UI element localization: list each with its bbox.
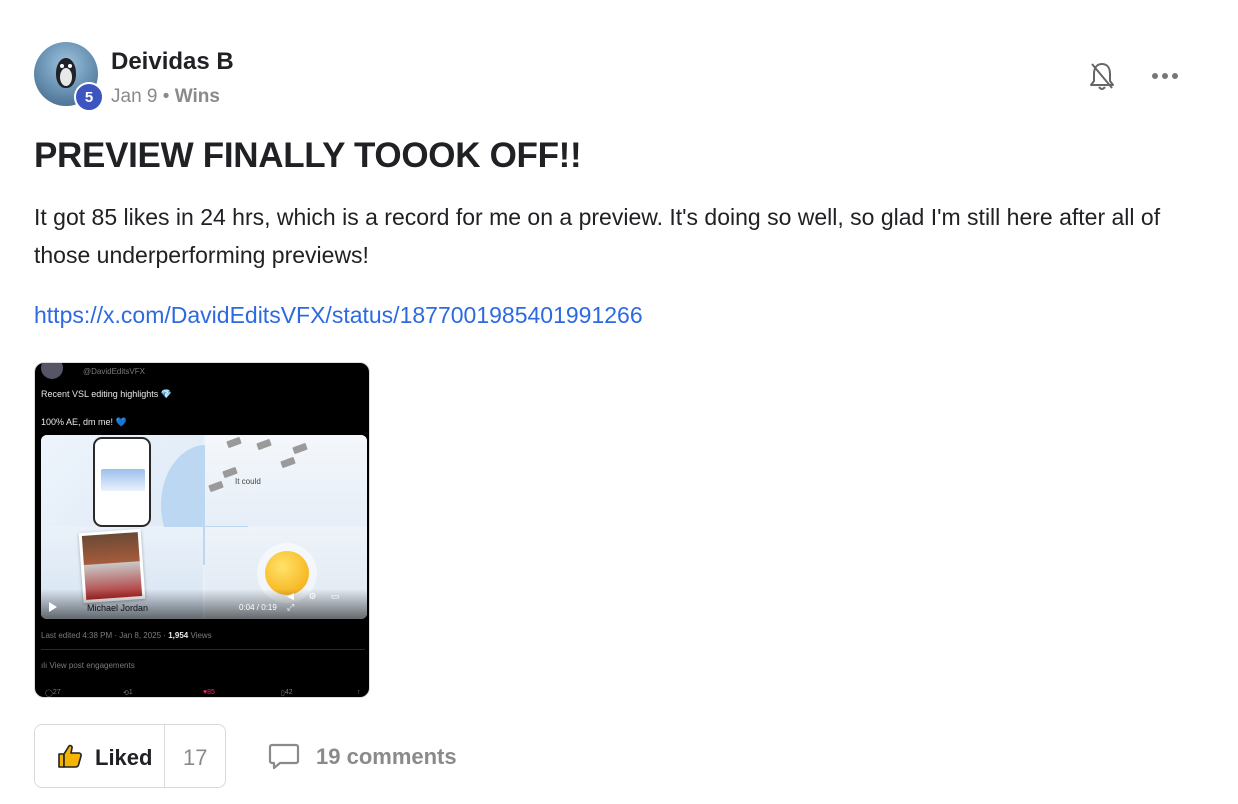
post-body: It got 85 likes in 24 hrs, which is a re…: [34, 204, 1161, 268]
bell-off-icon[interactable]: [1088, 60, 1116, 92]
attachment-image[interactable]: @DavidEditsVFX Recent VSL editing highli…: [34, 362, 370, 698]
like-count-embedded: ♥ 85: [203, 689, 215, 696]
embedded-divider: [41, 649, 365, 650]
avatar[interactable]: 5: [34, 42, 104, 112]
video-time: 0:04 / 0:19: [239, 603, 277, 612]
video-label: Michael Jordan: [87, 603, 149, 613]
share-icon: ↑: [357, 689, 361, 696]
video-control-icons: ◀ ⚙ ▭ ⤢: [287, 591, 346, 612]
comment-icon: [268, 743, 300, 770]
video-caption: It could: [235, 477, 261, 486]
post-title: PREVIEW FINALLY TOOOK OFF!!: [34, 136, 582, 175]
post-date[interactable]: Jan 9: [111, 86, 157, 107]
embedded-video: It could Michael Jordan 0:04 / 0:19 ◀ ⚙ …: [41, 435, 367, 619]
phone-mockup: [93, 437, 151, 527]
gem-icon: 💎: [160, 389, 172, 399]
embedded-avatar: [41, 363, 63, 379]
repost-count: ⟲ 1: [123, 689, 133, 697]
meta-separator: •: [162, 86, 170, 107]
post-category[interactable]: Wins: [175, 86, 220, 107]
video-tile-money: It could: [205, 435, 367, 526]
comments-count: 19 comments: [316, 744, 457, 769]
bar-chart-icon: ılı: [41, 661, 48, 670]
embedded-handle: @DavidEditsVFX: [83, 367, 145, 376]
like-count[interactable]: 17: [183, 745, 207, 771]
bookmark-count: ▯ 42: [281, 689, 293, 697]
video-controls: Michael Jordan 0:04 / 0:19 ◀ ⚙ ▭ ⤢: [41, 589, 367, 619]
level-badge: 5: [74, 82, 104, 112]
author-name[interactable]: Deividas B: [111, 48, 234, 76]
more-horizontal-icon[interactable]: [1148, 62, 1182, 90]
post-meta: Jan 9 • Wins: [111, 86, 220, 108]
like-divider: [164, 725, 165, 787]
embedded-text-line2: 100% AE, dm me! 💙: [41, 417, 127, 427]
thumbs-up-icon: [58, 744, 82, 768]
blue-heart-icon: 💙: [115, 417, 127, 427]
like-button[interactable]: Liked 17: [34, 724, 226, 788]
embedded-text-line1: Recent VSL editing highlights 💎: [41, 389, 172, 399]
post-header: 5 Deividas B Jan 9 • Wins: [34, 42, 1204, 112]
like-label: Liked: [95, 745, 153, 770]
video-tile-phone: [41, 435, 251, 565]
play-icon: [49, 602, 57, 612]
embedded-engagements: ılı View post engagements: [41, 661, 135, 670]
reply-count: ◯ 27: [45, 689, 61, 697]
post-link[interactable]: https://x.com/DavidEditsVFX/status/18770…: [34, 302, 643, 329]
embedded-edited: Last edited 4:38 PM · Jan 8, 2025 · 1,95…: [41, 631, 212, 640]
